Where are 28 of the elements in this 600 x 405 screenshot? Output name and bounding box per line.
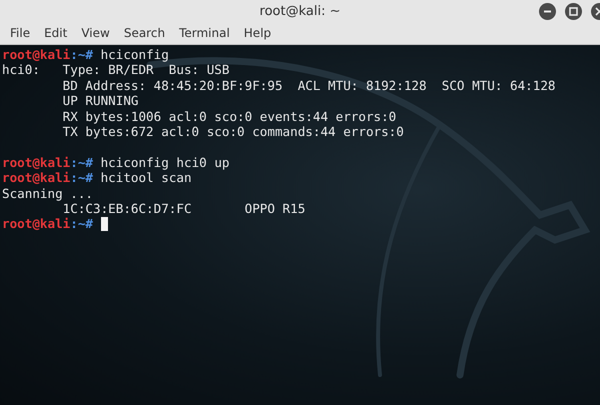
menu-item[interactable]: View — [74, 24, 117, 42]
menu-item[interactable]: File — [3, 24, 38, 42]
prompt-path: :~# — [70, 47, 93, 62]
command-text: hcitool scan — [100, 170, 192, 186]
command-text: hciconfig — [100, 47, 169, 62]
output-line: UP RUNNING — [62, 93, 138, 109]
prompt-path: :~# — [70, 170, 93, 186]
prompt-user: root@kali — [2, 154, 70, 170]
maximize-icon — [569, 7, 578, 16]
menu-item[interactable]: Search — [116, 24, 172, 42]
output-line: hci0: Type: BR/EDR Bus: USB — [2, 62, 230, 78]
prompt-user: root@kali — [2, 170, 70, 186]
menu-item[interactable]: Help — [236, 24, 278, 42]
output-line: BD Address: 48:45:20:BF:9F:95 ACL MTU: 8192:128 SCO MTU: 64:128 — [62, 78, 556, 94]
maximize-button[interactable] — [565, 3, 582, 20]
prompt-path: :~# — [70, 154, 93, 170]
prompt-user: root@kali — [2, 216, 70, 232]
output-line: RX bytes:1006 acl:0 sco:0 events:44 errors:0 — [62, 108, 396, 124]
prompt-user: root@kali — [2, 47, 70, 62]
output-line: 1C:C3:EB:6C:D7:FC OPPO R15 — [62, 200, 306, 216]
command-text: hciconfig hci0 up — [100, 154, 230, 170]
prompt-path: :~# — [70, 216, 93, 232]
menu-item[interactable]: Terminal — [172, 24, 237, 42]
minimize-button[interactable] — [539, 3, 556, 20]
menu-item[interactable]: Edit — [37, 24, 74, 42]
output-line: TX bytes:672 acl:0 sco:0 commands:44 errors:0 — [62, 124, 404, 140]
window-title: root@kali: ~ — [260, 4, 340, 18]
output-line: Scanning ... — [2, 186, 93, 201]
